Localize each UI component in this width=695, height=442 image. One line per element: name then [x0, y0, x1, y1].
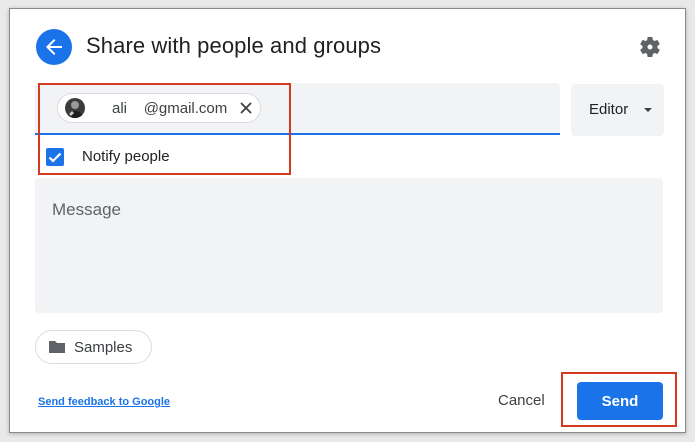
share-dialog: Share with people and groups ali @gmail.… — [9, 8, 686, 433]
arrow-left-icon — [36, 29, 72, 65]
caret-down-icon — [644, 108, 652, 112]
text-cursor — [290, 99, 291, 117]
gear-icon — [640, 37, 660, 58]
samples-label: Samples — [74, 339, 133, 356]
user-avatar — [65, 98, 85, 118]
notify-label: Notify people — [82, 148, 170, 165]
recipient-email: @gmail.com — [143, 100, 228, 117]
recipient-chip[interactable]: ali @gmail.com — [57, 93, 261, 123]
checkmark-icon — [48, 152, 62, 163]
message-placeholder: Message — [52, 200, 121, 219]
message-field[interactable]: Message — [35, 178, 663, 313]
role-dropdown[interactable]: Editor — [571, 84, 664, 136]
back-button[interactable] — [36, 29, 72, 65]
cancel-button[interactable]: Cancel — [498, 392, 545, 409]
samples-folder-chip[interactable]: Samples — [35, 330, 152, 364]
remove-recipient-button[interactable] — [238, 100, 254, 116]
recipients-input[interactable]: ali @gmail.com — [35, 83, 560, 135]
folder-icon — [49, 341, 65, 353]
send-feedback-link[interactable]: Send feedback to Google — [38, 396, 170, 408]
dialog-title: Share with people and groups — [86, 33, 382, 58]
settings-button[interactable] — [638, 35, 662, 59]
close-icon — [240, 102, 252, 114]
send-button[interactable]: Send — [577, 382, 663, 420]
recipient-name: ali @gmail.com — [112, 100, 228, 117]
role-selected-value: Editor — [589, 101, 629, 118]
notify-checkbox[interactable] — [46, 148, 64, 166]
